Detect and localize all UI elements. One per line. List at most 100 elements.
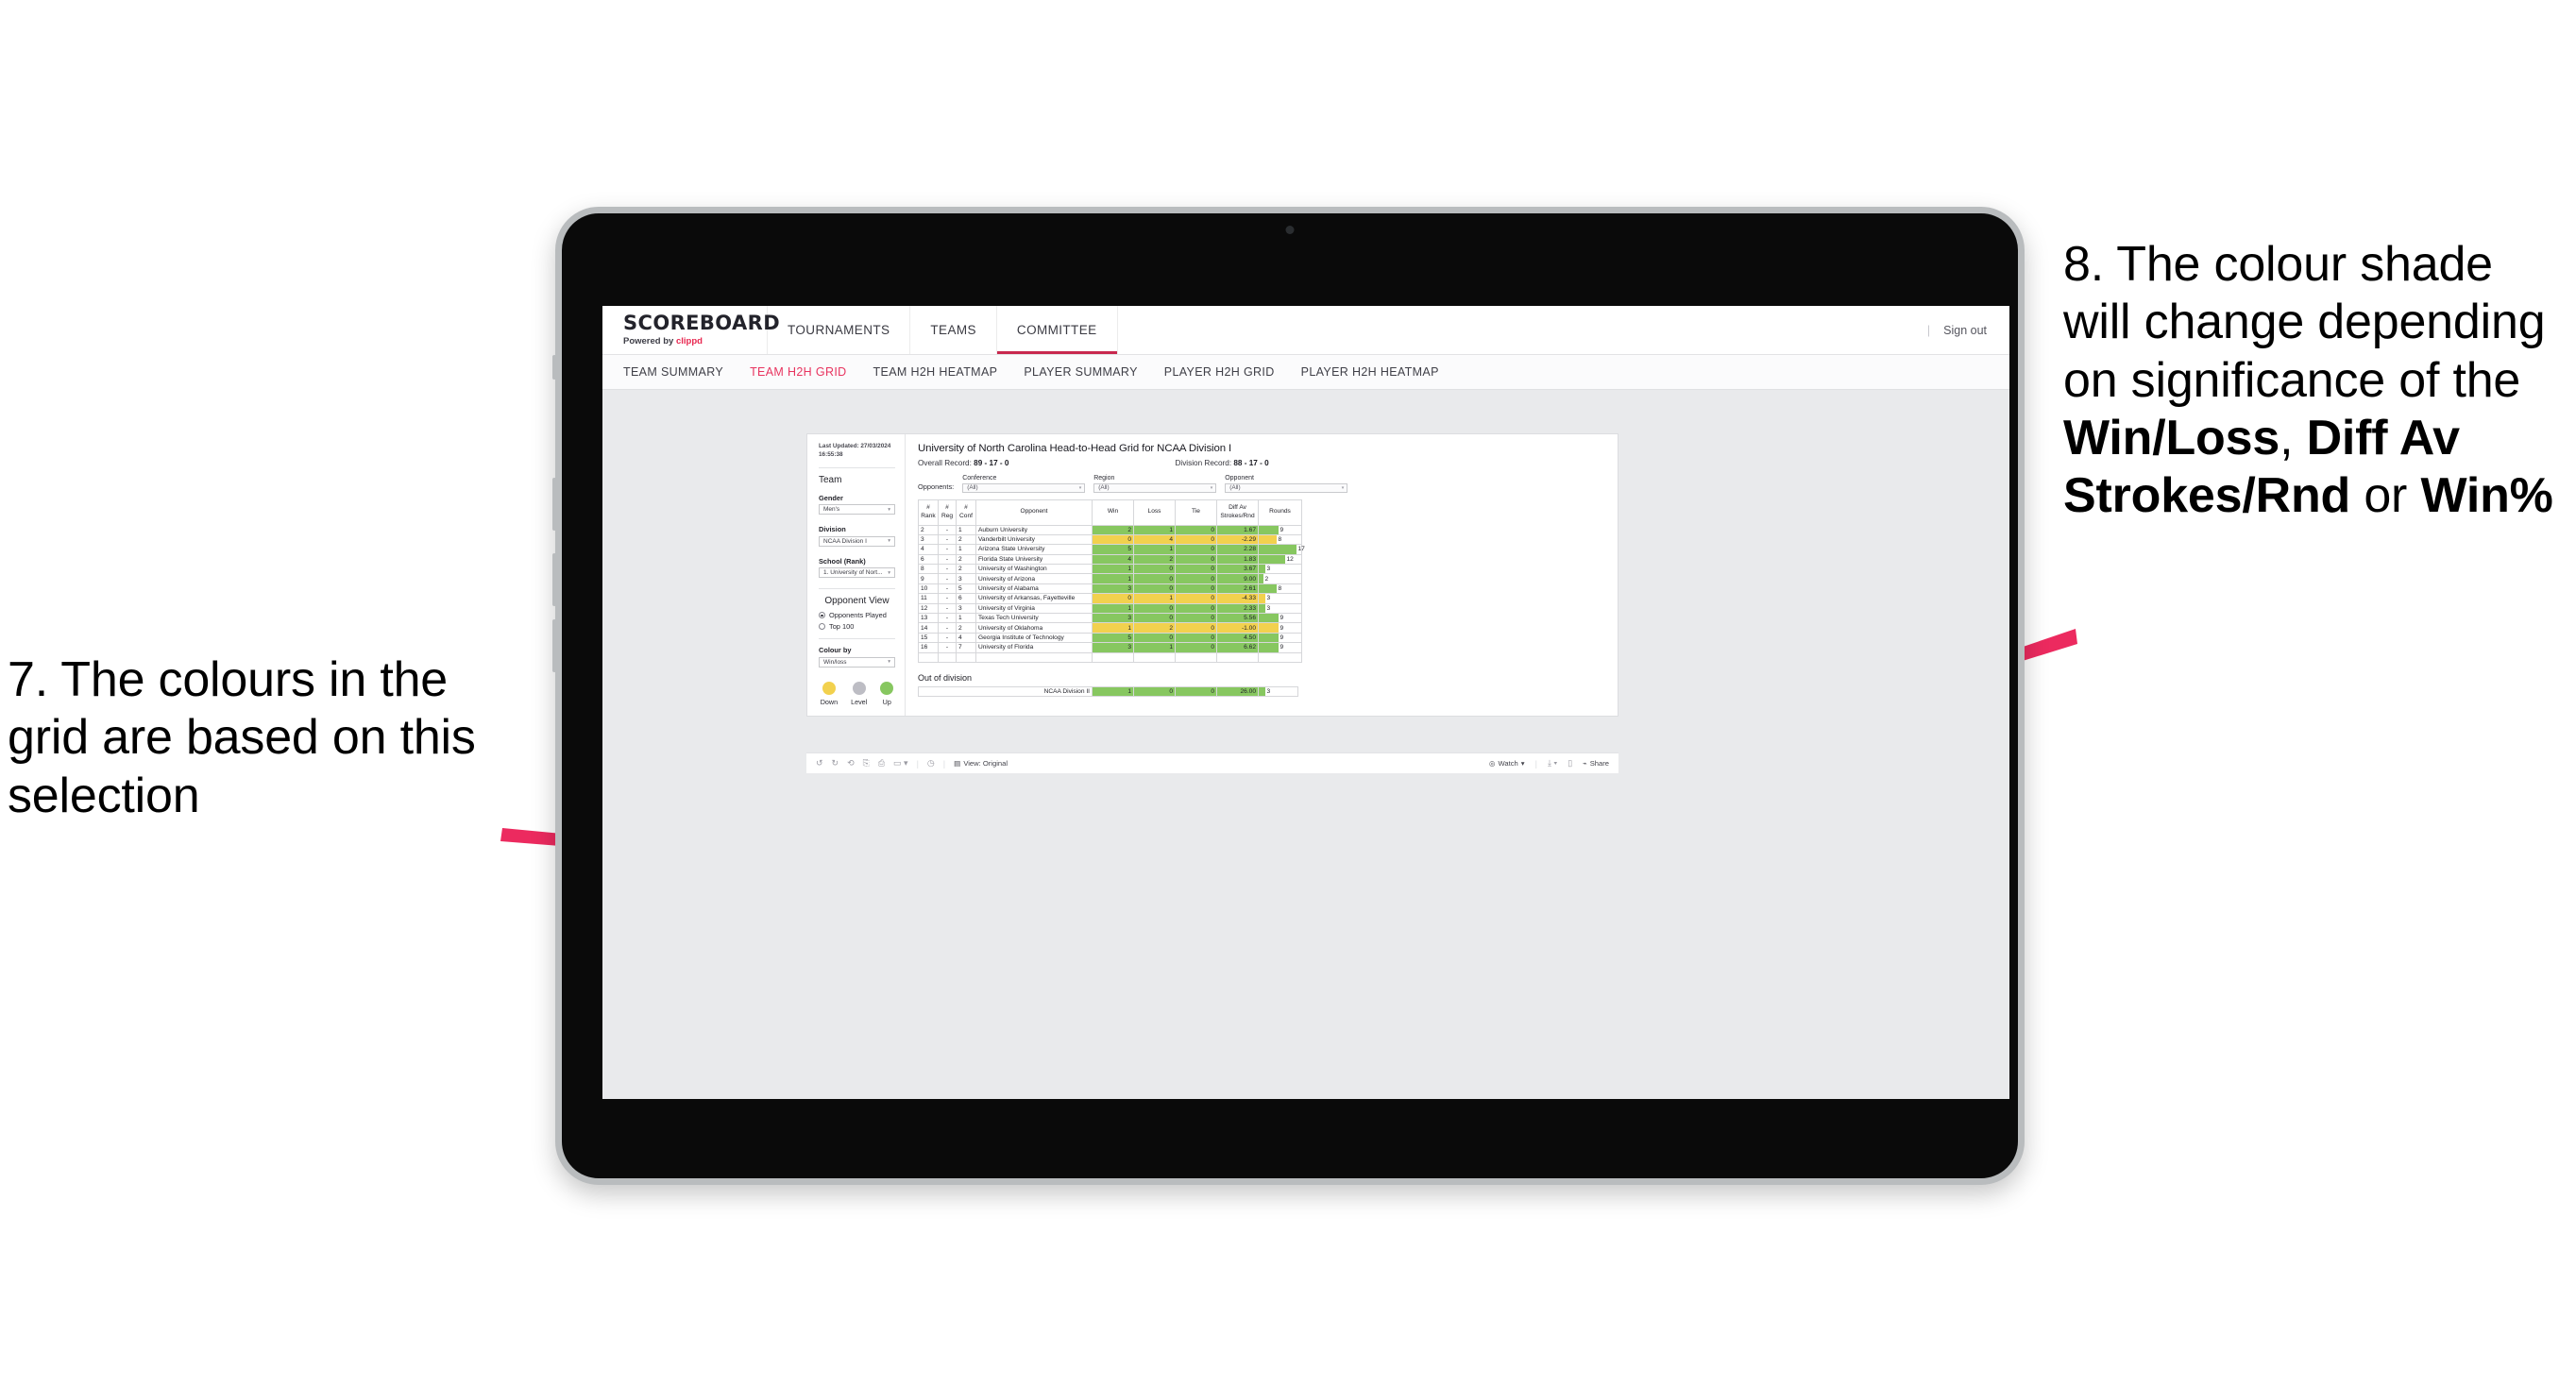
table-row[interactable]: NCAA Division II 1 0 0 26.00 3	[918, 685, 1298, 698]
grid-cell[interactable]: -	[938, 593, 957, 604]
grid-cell[interactable]: 1	[1133, 593, 1176, 604]
grid-cell[interactable]: 8	[918, 564, 939, 575]
table-row[interactable]: 11-6 University of Arkansas, Fayetteville…	[918, 593, 1302, 604]
grid-cell[interactable]: -2.29	[1216, 533, 1259, 546]
grid-cell[interactable]: 5.56	[1216, 612, 1259, 624]
grid-cell[interactable]: University of Oklahoma	[975, 622, 1093, 634]
grid-cell[interactable]: 0	[1092, 533, 1134, 546]
rounds-cell[interactable]: 9	[1258, 642, 1302, 653]
rounds-cell[interactable]: 9	[1258, 632, 1302, 644]
grid-cell[interactable]: Georgia Institute of Technology	[975, 632, 1093, 644]
subnav-team-h2h-grid[interactable]: TEAM H2H GRID	[750, 365, 846, 379]
grid-cell[interactable]: 6.62	[1216, 642, 1259, 653]
grid-cell[interactable]: -	[938, 642, 957, 653]
rounds-cell[interactable]: 9	[1258, 612, 1302, 624]
grid-cell[interactable]: 3	[1092, 612, 1134, 624]
grid-cell[interactable]: 0	[1133, 573, 1176, 584]
col-opponent[interactable]: Opponent	[975, 499, 1093, 526]
col-reg[interactable]: # Reg	[938, 499, 957, 526]
grid-cell[interactable]: 0	[1133, 583, 1176, 595]
grid-cell[interactable]: 0	[1175, 533, 1217, 546]
grid-cell[interactable]: Arizona State University	[975, 544, 1093, 555]
grid-cell[interactable]: 0	[1175, 632, 1217, 644]
grid-cell[interactable]: 2	[1092, 524, 1134, 535]
grid-cell[interactable]: -	[938, 632, 957, 644]
grid-cell[interactable]: 5	[1092, 632, 1134, 644]
revert-icon[interactable]: ⟲	[847, 758, 855, 769]
grid-cell[interactable]: 0	[1175, 544, 1217, 555]
grid-cell[interactable]: 0	[1175, 583, 1217, 595]
grid-cell[interactable]: 7	[956, 642, 976, 653]
grid-cell[interactable]: 0	[1175, 573, 1217, 584]
grid-cell[interactable]: 2	[1133, 622, 1176, 634]
grid-cell[interactable]: 26.00	[1216, 685, 1259, 698]
grid-cell[interactable]: Auburn University	[975, 524, 1093, 535]
grid-cell[interactable]: 2.33	[1216, 602, 1259, 615]
grid-cell[interactable]: 0	[1175, 593, 1217, 604]
grid-cell[interactable]: 2	[956, 553, 976, 566]
grid-cell[interactable]: -	[938, 612, 957, 624]
grid-cell[interactable]: -	[938, 533, 957, 546]
grid-cell[interactable]: 0	[1175, 602, 1217, 615]
grid-cell[interactable]: 1	[956, 612, 976, 624]
grid-cell[interactable]: 3	[956, 602, 976, 615]
device-layout-icon[interactable]: ▯	[1568, 758, 1572, 769]
table-row[interactable]: 9-3 University of Arizona 1 0 0 9.00 2	[918, 573, 1302, 584]
col-loss[interactable]: Loss	[1133, 499, 1176, 526]
grid-cell[interactable]: 1	[1092, 602, 1134, 615]
table-row[interactable]: 6-2 Florida State University 4 2 0 1.83 12	[918, 553, 1302, 566]
clock-icon[interactable]: ◷	[927, 758, 935, 769]
rounds-cell[interactable]: 3	[1258, 685, 1298, 698]
grid-cell[interactable]: 1	[1133, 524, 1176, 535]
grid-cell[interactable]: 11	[918, 593, 939, 604]
grid-cell[interactable]: 0	[1175, 564, 1217, 575]
grid-cell[interactable]: 0	[1175, 642, 1217, 653]
grid-cell[interactable]: 1	[1092, 685, 1134, 698]
topnav-tournaments[interactable]: TOURNAMENTS	[768, 306, 911, 354]
grid-cell[interactable]: 1	[1133, 642, 1176, 653]
filter-region-select[interactable]: (All)	[1093, 482, 1217, 493]
grid-cell[interactable]: 13	[918, 612, 939, 624]
grid-cell[interactable]: Texas Tech University	[975, 612, 1093, 624]
grid-cell[interactable]: -	[938, 602, 957, 615]
grid-cell[interactable]: 2	[956, 622, 976, 634]
grid-cell[interactable]: 0	[1175, 622, 1217, 634]
grid-cell[interactable]: 2	[918, 524, 939, 535]
grid-cell[interactable]: 5	[956, 583, 976, 595]
grid-cell[interactable]: -	[938, 553, 957, 566]
subnav-team-summary[interactable]: TEAM SUMMARY	[623, 365, 723, 379]
subnav-player-h2h-grid[interactable]: PLAYER H2H GRID	[1164, 365, 1275, 379]
grid-cell[interactable]: 3	[918, 533, 939, 546]
school-select[interactable]: 1. University of Nort...	[819, 567, 895, 579]
volume-up-button[interactable]	[552, 478, 556, 531]
division-select[interactable]: NCAA Division I	[819, 535, 895, 547]
grid-cell[interactable]: 3	[1092, 583, 1134, 595]
grid-cell[interactable]: -	[938, 524, 957, 535]
col-rounds[interactable]: Rounds	[1258, 499, 1302, 526]
grid-cell[interactable]: 0	[1175, 612, 1217, 624]
col-diff[interactable]: Diff Av Strokes/Rnd	[1216, 499, 1259, 526]
brand-logo[interactable]: SCOREBOARD Powered by clippd	[602, 306, 780, 354]
grid-cell[interactable]: -	[938, 622, 957, 634]
rounds-cell[interactable]: 3	[1258, 564, 1302, 575]
refresh-icon[interactable]: ⎘	[863, 758, 870, 769]
subnav-player-summary[interactable]: PLAYER SUMMARY	[1024, 365, 1137, 379]
grid-cell[interactable]: -1.00	[1216, 622, 1259, 634]
grid-cell[interactable]: 2	[1133, 553, 1176, 566]
grid-cell[interactable]: 0	[1175, 553, 1217, 566]
view-original-button[interactable]: ▤ View: Original	[954, 759, 1008, 768]
filter-conference-select[interactable]: (All)	[962, 482, 1086, 493]
subnav-team-h2h-heatmap[interactable]: TEAM H2H HEATMAP	[873, 365, 998, 379]
download-icon[interactable]: ⤓ ▾	[1548, 758, 1557, 769]
grid-cell[interactable]: 3	[1092, 642, 1134, 653]
rounds-cell[interactable]: 8	[1258, 533, 1302, 546]
grid-cell[interactable]: 1	[956, 524, 976, 535]
table-row[interactable]: 2-1 Auburn University 2 1 0 1.67 9	[918, 524, 1302, 535]
table-row[interactable]: 14-2 University of Oklahoma 1 2 0 -1.00 9	[918, 622, 1302, 634]
grid-cell[interactable]: Florida State University	[975, 553, 1093, 566]
grid-cell[interactable]: 0	[1133, 564, 1176, 575]
grid-cell[interactable]: 0	[1133, 612, 1176, 624]
grid-cell[interactable]: University of Virginia	[975, 602, 1093, 615]
grid-cell[interactable]: Vanderbilt University	[975, 533, 1093, 546]
gender-select[interactable]: Men's	[819, 504, 895, 516]
